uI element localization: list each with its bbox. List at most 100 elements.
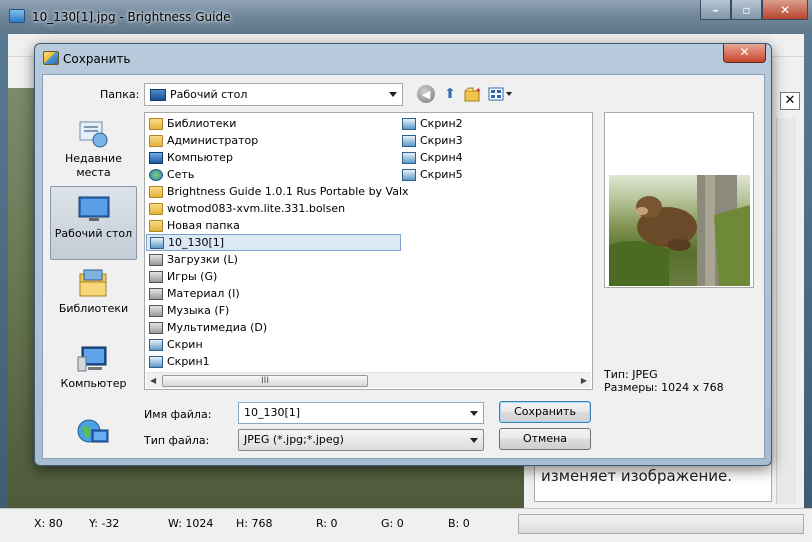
filetype-select[interactable]: JPEG (*.jpg;*.jpeg) <box>238 429 484 451</box>
place-computer[interactable]: Компьютер <box>50 337 137 411</box>
save-button[interactable]: Сохранить <box>499 401 591 423</box>
file-name: Новая папка <box>167 219 240 232</box>
status-height: H: 768 <box>236 517 273 530</box>
place-desktop[interactable]: Рабочий стол <box>50 186 137 260</box>
libraries-icon <box>79 269 107 297</box>
file-item[interactable]: 10_130[1] <box>146 234 401 251</box>
chevron-down-icon[interactable] <box>470 411 478 416</box>
image-file-icon <box>402 151 416 164</box>
file-item[interactable]: Материал (I) <box>146 285 240 302</box>
file-name: Мультимедиа (D) <box>167 321 268 334</box>
folder-combo[interactable]: Рабочий стол <box>144 83 403 106</box>
file-item[interactable]: Компьютер <box>146 149 233 166</box>
file-item[interactable]: Скрин <box>146 336 203 353</box>
place-libraries[interactable]: Библиотеки <box>50 262 137 336</box>
file-item[interactable]: Скрин4 <box>399 149 463 166</box>
file-name: Музыка (F) <box>167 304 230 317</box>
cancel-button[interactable]: Отмена <box>499 428 591 450</box>
preview-info: Тип: JPEG Размеры: 1024 x 768 <box>604 368 724 394</box>
folder-icon <box>149 117 163 130</box>
filename-input[interactable]: 10_130[1] <box>238 402 484 424</box>
chevron-down-icon[interactable] <box>470 438 478 443</box>
computer-icon <box>149 151 163 164</box>
file-item[interactable]: Музыка (F) <box>146 302 229 319</box>
filename-label: Имя файла: <box>144 408 212 421</box>
file-item[interactable]: Библиотеки <box>146 115 236 132</box>
file-item[interactable]: Brightness Guide 1.0.1 Rus Portable by V… <box>146 183 409 200</box>
desktop-icon <box>78 196 110 221</box>
drive-icon <box>149 253 163 266</box>
file-name: Компьютер <box>167 151 233 164</box>
image-file-icon <box>402 117 416 130</box>
up-folder-icon[interactable]: ⬆ <box>441 85 459 103</box>
folder-combo-value: Рабочий стол <box>170 88 248 101</box>
filetype-value: JPEG (*.jpg;*.jpeg) <box>244 433 344 446</box>
status-red: R: 0 <box>316 517 338 530</box>
status-progress-bar <box>518 514 804 534</box>
dialog-body: Папка: Рабочий стол ◀ ⬆ ✦ Недавние места… <box>42 74 765 459</box>
image-file-icon <box>150 236 164 249</box>
place-label: Библиотеки <box>58 302 129 315</box>
place-network[interactable] <box>50 410 137 458</box>
file-list[interactable]: Библиотеки Администратор Компьютер Сеть Brig… <box>144 112 593 390</box>
place-label: Компьютер <box>60 377 127 390</box>
horizontal-scrollbar[interactable]: ◀ III ▶ <box>146 372 591 388</box>
panel-close-button[interactable]: ✕ <box>780 92 800 110</box>
computer-icon <box>77 346 107 372</box>
save-dialog: Сохранить ✕ Папка: Рабочий стол ◀ ⬆ ✦ Не… <box>34 43 772 466</box>
maximize-button[interactable]: ▫ <box>731 0 762 20</box>
new-folder-icon[interactable]: ✦ <box>464 85 482 103</box>
file-item[interactable]: Сеть <box>146 166 194 183</box>
file-item[interactable]: Загрузки (L) <box>146 251 238 268</box>
view-menu-icon[interactable] <box>488 85 514 103</box>
file-name: Игры (G) <box>167 270 218 283</box>
dialog-title: Сохранить <box>63 52 131 66</box>
file-item[interactable]: Скрин2 <box>399 115 463 132</box>
scrollbar-thumb[interactable]: III <box>162 375 368 387</box>
drive-icon <box>149 304 163 317</box>
scroll-right-icon[interactable]: ▶ <box>581 376 587 385</box>
status-y: Y: -32 <box>89 517 120 530</box>
dialog-close-button[interactable]: ✕ <box>723 44 766 63</box>
preview-pane <box>604 112 754 288</box>
file-item[interactable]: Игры (G) <box>146 268 217 285</box>
main-titlebar: 10_130[1].jpg - Brightness Guide – ▫ ✕ <box>0 0 812 34</box>
places-bar: Недавние места Рабочий стол Библиотеки К… <box>50 112 137 458</box>
preview-image <box>609 175 750 286</box>
drive-icon <box>149 270 163 283</box>
file-name: Скрин5 <box>420 168 463 181</box>
back-arrow-icon[interactable]: ◀ <box>417 85 435 103</box>
filename-value: 10_130[1] <box>244 406 301 419</box>
minimize-button[interactable]: – <box>700 0 731 20</box>
place-label: Недавние места <box>65 152 122 179</box>
image-file-icon <box>402 134 416 147</box>
file-item[interactable]: Скрин1 <box>146 353 210 370</box>
preview-dimensions: Размеры: 1024 x 768 <box>604 381 724 394</box>
folder-icon <box>149 202 163 215</box>
filetype-label: Тип файла: <box>144 434 210 447</box>
file-item[interactable]: Новая папка <box>146 217 240 234</box>
file-item[interactable]: Мультимедиа (D) <box>146 319 267 336</box>
close-button[interactable]: ✕ <box>762 0 808 20</box>
file-name: Скрин4 <box>420 151 463 164</box>
file-item[interactable]: Скрин5 <box>399 166 463 183</box>
dialog-icon <box>43 51 59 65</box>
status-bar: X: 80 Y: -32 W: 1024 H: 768 R: 0 G: 0 B:… <box>0 508 812 542</box>
network-icon <box>149 168 163 181</box>
window-title: 10_130[1].jpg - Brightness Guide <box>32 10 231 24</box>
chevron-down-icon[interactable] <box>389 92 397 97</box>
file-item[interactable]: Администратор <box>146 132 258 149</box>
file-item[interactable]: wotmod083-xvm.lite.331.bolsen <box>146 200 345 217</box>
scroll-left-icon[interactable]: ◀ <box>150 376 156 385</box>
place-label: Рабочий стол <box>54 227 133 240</box>
place-recent[interactable]: Недавние места <box>50 112 137 186</box>
file-name: Сеть <box>167 168 195 181</box>
network-icon <box>77 419 109 443</box>
file-name: Материал (I) <box>167 287 240 300</box>
file-name: Скрин <box>167 338 203 351</box>
panel-scrollbar[interactable] <box>776 118 796 504</box>
folder-icon <box>149 134 163 147</box>
file-item[interactable]: Скрин3 <box>399 132 463 149</box>
folder-label: Папка: <box>100 88 140 101</box>
file-name: Скрин1 <box>167 355 210 368</box>
